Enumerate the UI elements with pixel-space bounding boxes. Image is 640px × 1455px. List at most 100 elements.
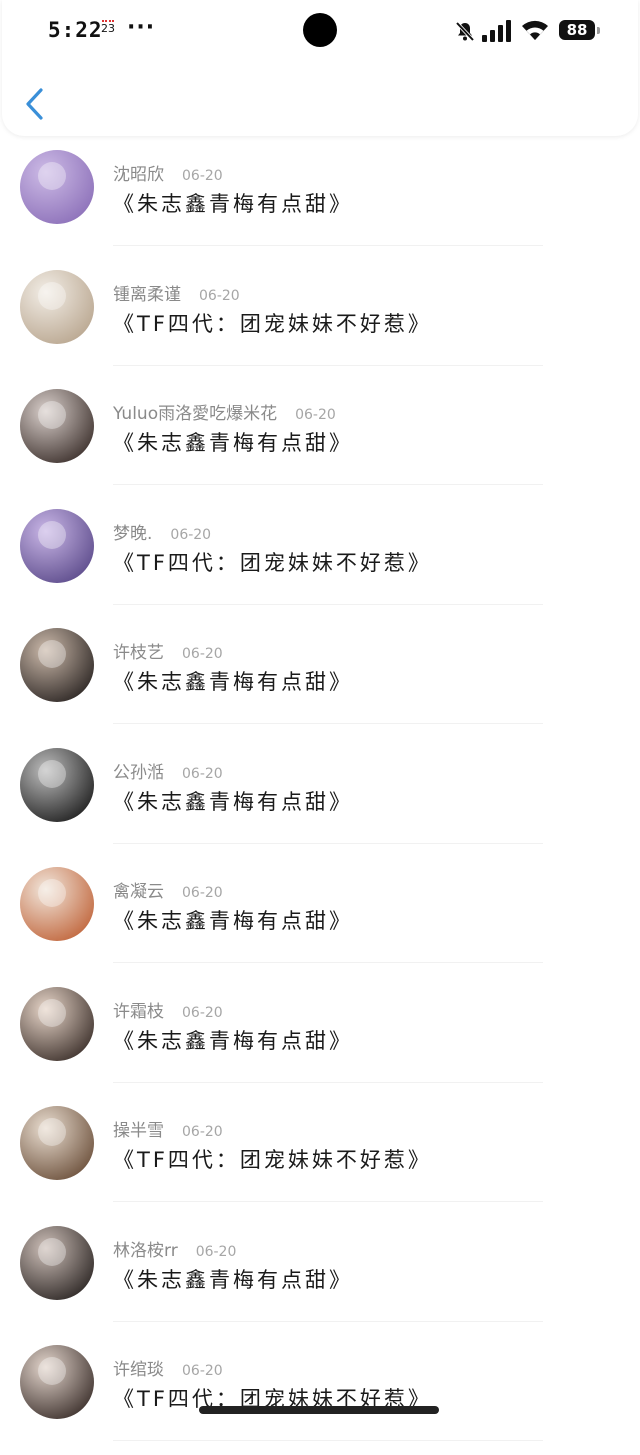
comment-meta: 沈昭欣 06-20 [113,160,223,185]
avatar[interactable] [20,269,94,344]
list-item[interactable]: 沈昭欣 06-20 《朱志鑫青梅有点甜》 [0,140,640,260]
username[interactable]: 禽凝云 [113,882,164,902]
book-title[interactable]: 《朱志鑫青梅有点甜》 [113,1264,353,1294]
comment-meta: 林洛桉rr 06-20 [113,1236,236,1261]
username[interactable]: 许霜枝 [113,1002,164,1022]
avatar[interactable] [20,628,94,702]
comment-meta: 操半雪 06-20 [113,1116,223,1141]
username[interactable]: Yuluo雨洛愛吃爆米花 [113,404,277,424]
avatar-highlight [38,281,66,310]
avatar-highlight [38,759,66,788]
post-date: 06-20 [295,407,336,423]
list-item[interactable]: 操半雪 06-20 《TF四代：团宠妹妹不好惹》 [0,1096,640,1216]
avatar[interactable] [20,389,94,463]
avatar[interactable] [20,1106,94,1180]
avatar[interactable] [20,747,94,822]
divider [113,603,543,605]
username[interactable]: 林洛桉rr [113,1241,178,1261]
avatar[interactable] [20,508,94,583]
wifi-icon [522,20,548,40]
username[interactable]: 操半雪 [113,1121,164,1141]
username[interactable]: 锺离柔谨 [113,285,181,305]
book-title[interactable]: 《朱志鑫青梅有点甜》 [113,786,353,816]
avatar-highlight [38,1237,66,1266]
book-title[interactable]: 《朱志鑫青梅有点甜》 [113,188,353,218]
divider [113,1081,543,1083]
status-bar: 5:22 23 ··· 88 [0,0,640,62]
username[interactable]: 沈昭欣 [113,165,164,185]
divider [113,962,543,963]
comment-meta: 锺离柔谨 06-20 [113,280,240,305]
book-title[interactable]: 《朱志鑫青梅有点甜》 [113,666,353,696]
avatar-highlight [38,162,66,190]
avatar[interactable] [20,150,94,224]
book-title[interactable]: 《朱志鑫青梅有点甜》 [113,1025,353,1055]
book-title[interactable]: 《TF四代：团宠妹妹不好惹》 [113,308,432,338]
book-title[interactable]: 《朱志鑫青梅有点甜》 [113,427,353,457]
divider [113,245,543,246]
comment-meta: 禽凝云 06-20 [113,877,223,902]
post-date: 06-20 [182,1363,223,1379]
post-date: 06-20 [182,646,223,662]
comment-meta: 许绾琰 06-20 [113,1355,223,1380]
bell-muted-icon [455,21,475,42]
avatar[interactable] [20,1225,94,1300]
post-date: 06-20 [182,885,223,901]
divider [113,1440,543,1441]
list-item[interactable]: 梦晚. 06-20 《TF四代：团宠妹妹不好惹》 [0,499,640,619]
post-date: 06-20 [182,168,223,184]
status-time: 5:22 [48,18,103,42]
battery-level: 88 [559,20,595,40]
home-indicator[interactable] [199,1406,439,1414]
divider [113,484,543,485]
avatar-highlight [38,998,66,1027]
avatar-highlight [38,879,66,907]
post-date: 06-20 [199,287,240,304]
book-title[interactable]: 《朱志鑫青梅有点甜》 [113,905,353,935]
book-title[interactable]: 《TF四代：团宠妹妹不好惹》 [113,1144,432,1174]
username[interactable]: 许枝艺 [113,643,164,663]
avatar[interactable] [20,1345,94,1419]
battery-icon: 88 [559,20,601,42]
reader-list: 沈昭欣 06-20 《朱志鑫青梅有点甜》 锺离柔谨 06-20 《TF四代：团宠妹妹不好惹… [0,140,640,1455]
comment-meta: 梦晚. 06-20 [113,519,211,544]
comment-meta: 许霜枝 06-20 [113,997,223,1022]
username[interactable]: 公孙湉 [113,763,164,783]
signal-icon [482,20,511,42]
avatar[interactable] [20,986,94,1061]
list-item[interactable]: 许枝艺 06-20 《朱志鑫青梅有点甜》 [0,618,640,738]
comment-meta: Yuluo雨洛愛吃爆米花 06-20 [113,399,336,424]
list-item[interactable]: 许绾琰 06-20 《TF四代：团宠妹妹不好惹》 [0,1335,640,1455]
battery-tip [597,27,600,34]
list-item[interactable]: Yuluo雨洛愛吃爆米花 06-20 《朱志鑫青梅有点甜》 [0,379,640,499]
more-notifications-icon: ··· [127,15,156,40]
back-chevron-icon[interactable] [22,86,48,122]
avatar-highlight [38,1357,66,1385]
book-title[interactable]: 《TF四代：团宠妹妹不好惹》 [113,547,432,577]
post-date: 06-20 [195,1243,237,1260]
avatar[interactable] [20,867,94,941]
comment-meta: 公孙湉 06-20 [113,758,223,783]
avatar-highlight [38,640,66,668]
post-date: 06-20 [182,1004,223,1021]
avatar-highlight [38,1118,66,1146]
divider [113,842,543,844]
list-item[interactable]: 许霜枝 06-20 《朱志鑫青梅有点甜》 [0,977,640,1097]
avatar-highlight [38,401,66,429]
divider [113,364,543,366]
comment-meta: 许枝艺 06-20 [113,638,223,663]
calendar-icon: 23 [100,20,116,38]
post-date: 06-20 [182,765,223,782]
divider [113,723,543,724]
username[interactable]: 梦晚. [113,524,152,544]
list-item[interactable]: 锺离柔谨 06-20 《TF四代：团宠妹妹不好惹》 [0,260,640,380]
divider [113,1201,543,1202]
list-item[interactable]: 公孙湉 06-20 《朱志鑫青梅有点甜》 [0,738,640,858]
list-item[interactable]: 禽凝云 06-20 《朱志鑫青梅有点甜》 [0,857,640,977]
divider [113,1320,543,1322]
username[interactable]: 许绾琰 [113,1360,164,1380]
front-camera [303,13,337,47]
list-item[interactable]: 林洛桉rr 06-20 《朱志鑫青梅有点甜》 [0,1216,640,1336]
avatar-highlight [38,520,66,549]
post-date: 06-20 [182,1124,223,1140]
